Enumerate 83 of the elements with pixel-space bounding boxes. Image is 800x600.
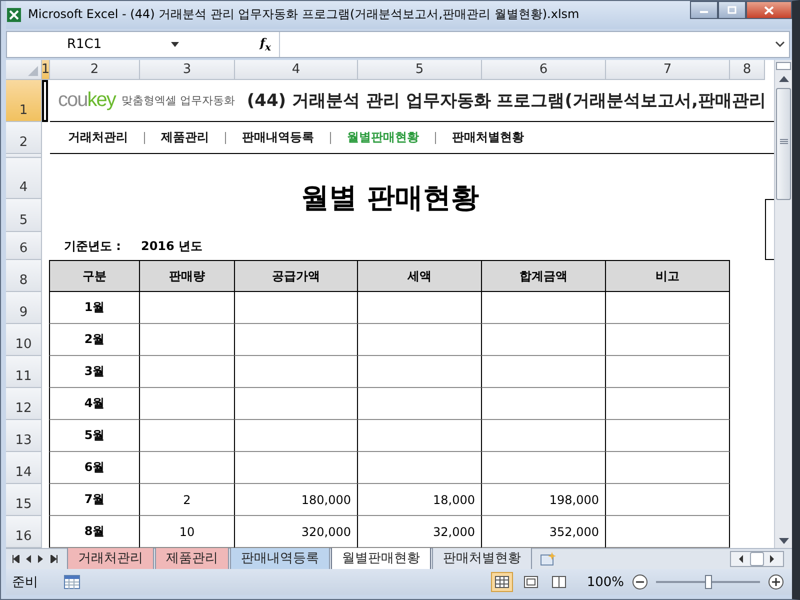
column-heading: 공급가액	[234, 260, 358, 292]
row-header[interactable]: 16	[6, 516, 42, 548]
table-cell: 4월	[49, 388, 140, 420]
page-heading: 월별 판매현황	[300, 180, 480, 216]
nav-link[interactable]: 제품관리	[161, 129, 209, 146]
insert-function-button[interactable]: f$_{x}$	[260, 36, 271, 54]
column-header[interactable]: 6	[482, 60, 606, 80]
column-heading: 세액	[357, 260, 482, 292]
window-title: Microsoft Excel - (44) 거래분석 관리 업무자동화 프로그램(거래분석보고서,판매관리 월별현황).xlsm	[28, 6, 580, 24]
next-sheet-icon[interactable]	[38, 555, 44, 564]
nav-link[interactable]: 판매처별현황	[452, 129, 524, 146]
close-button[interactable]	[746, 1, 792, 19]
nav-link[interactable]: 거래처관리	[68, 129, 128, 146]
column-header[interactable]: 8	[730, 60, 765, 80]
maximize-button[interactable]	[718, 1, 746, 19]
active-cell[interactable]	[42, 80, 48, 122]
split-handle[interactable]	[776, 62, 791, 70]
row-header[interactable]: 6	[6, 232, 42, 260]
row-header[interactable]: 9	[6, 292, 42, 324]
zoom-in-icon[interactable]	[768, 574, 784, 590]
horizontal-scrollbar[interactable]	[730, 551, 784, 568]
minimize-button[interactable]	[690, 1, 718, 19]
column-heading: 합계금액	[481, 260, 606, 292]
scrollbar-thumb[interactable]	[776, 88, 791, 200]
nav-link[interactable]: 판매내역등록	[242, 129, 314, 146]
row-header[interactable]: 2	[6, 122, 42, 154]
base-year-label: 기준년도 :	[64, 238, 121, 255]
select-all-icon	[28, 66, 38, 76]
zoom-thumb[interactable]	[705, 575, 712, 590]
table-cell: 2월	[49, 324, 140, 356]
scroll-up-icon[interactable]	[778, 76, 788, 82]
sheet-tab[interactable]: 제품관리	[155, 548, 229, 570]
scroll-left-icon[interactable]	[739, 555, 744, 564]
spreadsheet-app-icon	[6, 6, 22, 23]
column-header[interactable]: 5	[358, 60, 482, 80]
zoom-level[interactable]: 100%	[586, 574, 624, 590]
macro-record-icon[interactable]	[64, 575, 80, 590]
row-header[interactable]: 4	[6, 158, 42, 200]
column-header[interactable]: 1	[42, 60, 50, 80]
name-box[interactable]: R1C1	[7, 32, 185, 58]
nav-link[interactable]: 월별판매현황	[347, 129, 419, 146]
row-header[interactable]: 11	[6, 356, 42, 388]
column-header[interactable]: 2	[50, 60, 140, 80]
new-sheet-icon[interactable]	[539, 552, 557, 566]
logo-tagline: 맞춤형엑셀 업무자동화	[121, 93, 235, 108]
dropdown-icon	[171, 42, 179, 47]
row-header[interactable]: 13	[6, 420, 42, 452]
row-header[interactable]: 1	[6, 80, 42, 122]
table-cell: 1월	[49, 292, 140, 324]
column-heading: 판매량	[139, 260, 235, 292]
table-cell: 5월	[49, 420, 140, 452]
column-header[interactable]: 3	[140, 60, 235, 80]
base-year-value: 2016 년도	[140, 238, 203, 255]
previous-sheet-icon[interactable]	[26, 555, 32, 564]
sheet-tab[interactable]: 판매내역등록	[230, 548, 330, 570]
last-sheet-icon[interactable]	[50, 555, 58, 564]
zoom-out-icon[interactable]	[632, 574, 648, 590]
sheet-tab[interactable]: 월별판매현황	[331, 548, 431, 571]
close-icon	[764, 6, 774, 14]
row-header[interactable]: 10	[6, 324, 42, 356]
banner-title: (44) 거래분석 관리 업무자동화 프로그램(거래분석보고서,판매관리	[246, 90, 766, 112]
row-header[interactable]: 8	[6, 260, 42, 292]
row-header[interactable]: 12	[6, 388, 42, 420]
maximize-icon	[727, 6, 737, 14]
row-header[interactable]: 15	[6, 484, 42, 516]
table-cell: 3월	[49, 356, 140, 388]
first-sheet-icon[interactable]	[12, 555, 20, 564]
scroll-right-icon[interactable]	[770, 555, 775, 564]
column-header[interactable]: 7	[606, 60, 730, 80]
normal-view-button[interactable]	[490, 572, 513, 592]
column-header[interactable]: 4	[235, 60, 358, 80]
status-text: 준비	[12, 574, 38, 592]
sheet-tab[interactable]: 거래처관리	[67, 548, 154, 570]
row-header[interactable]: 5	[6, 199, 42, 232]
sheet-tab[interactable]: 판매처별현황	[432, 548, 532, 570]
row-header[interactable]: 14	[6, 452, 42, 484]
column-heading: 비고	[605, 260, 730, 292]
logo: coukey	[58, 89, 116, 112]
table-cell: 6월	[49, 452, 140, 484]
scroll-down-icon[interactable]	[778, 538, 788, 544]
table-cell: 7월	[49, 484, 140, 516]
column-heading: 구분	[49, 260, 140, 292]
expand-icon[interactable]	[775, 41, 785, 48]
